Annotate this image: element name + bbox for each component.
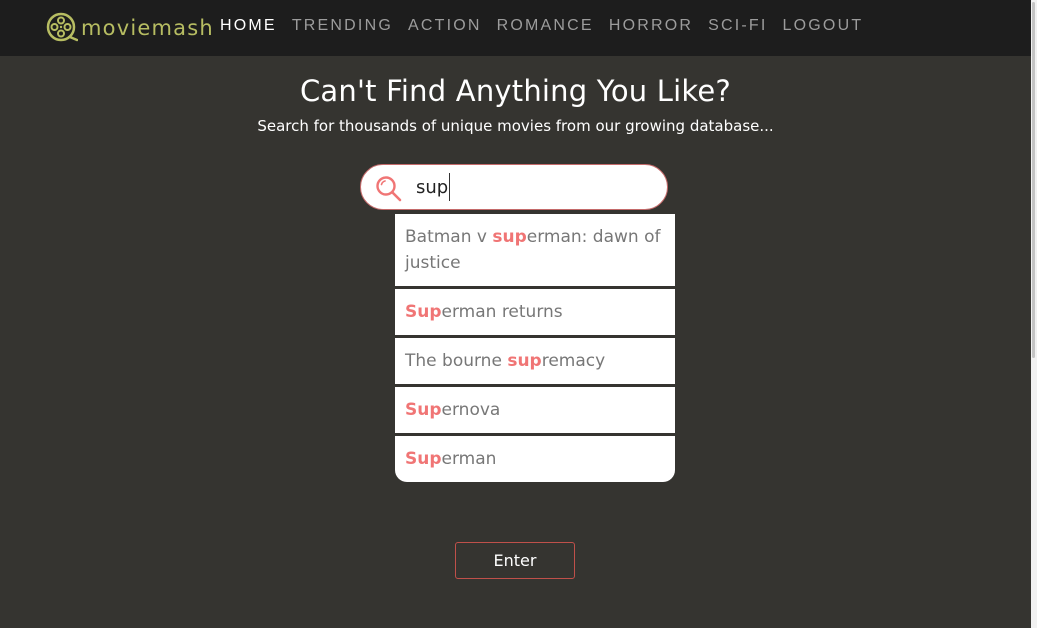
suggestion-suffix: remacy (541, 351, 606, 371)
suggestion-prefix: Batman v (405, 227, 493, 247)
suggestion-match: Sup (405, 302, 442, 322)
page-title: Can't Find Anything You Like? (299, 74, 731, 108)
suggestion-match: Sup (405, 449, 442, 469)
suggestion-item[interactable]: Supernova (395, 387, 675, 436)
nav-romance[interactable]: ROMANCE (497, 16, 594, 36)
film-reel-icon (46, 12, 78, 42)
suggestion-match: sup (507, 351, 542, 371)
nav-logout[interactable]: LOGOUT (783, 16, 864, 36)
suggestion-match: Sup (405, 400, 442, 420)
text-caret (449, 173, 450, 201)
enter-button[interactable]: Enter (455, 542, 575, 579)
scrollbar-thumb[interactable] (1032, 2, 1035, 358)
nav-horror[interactable]: HORROR (609, 16, 693, 36)
suggestion-suffix: erman returns (441, 302, 563, 322)
nav-sci-fi[interactable]: SCI-FI (708, 16, 767, 36)
suggestion-item[interactable]: Batman v superman: dawn of justice (395, 214, 675, 289)
suggestion-list: Batman v superman: dawn of justice Super… (395, 214, 675, 482)
suggestion-prefix: The bourne (405, 351, 508, 371)
search-icon[interactable] (375, 175, 403, 208)
search-bar[interactable] (360, 164, 668, 210)
nav-trending[interactable]: TRENDING (292, 16, 393, 36)
page-scrollbar[interactable] (1031, 0, 1037, 628)
suggestion-suffix: ernova (441, 400, 501, 420)
main-nav: HOME TRENDING ACTION ROMANCE HORROR SCI-… (220, 16, 878, 36)
nav-action[interactable]: ACTION (408, 16, 482, 36)
suggestion-item[interactable]: Superman returns (395, 289, 675, 338)
suggestion-match: sup (492, 227, 527, 247)
nav-home[interactable]: HOME (220, 16, 277, 36)
page-subtitle: Search for thousands of unique movies fr… (257, 117, 774, 135)
suggestion-item[interactable]: Superman (395, 436, 675, 482)
suggestion-suffix: erman (441, 449, 497, 469)
navbar: moviemash HOME TRENDING ACTION ROMANCE H… (0, 0, 1031, 56)
search-input[interactable] (416, 173, 646, 201)
brand-logo[interactable]: moviemash (46, 12, 214, 44)
brand-name: moviemash (81, 16, 214, 40)
suggestion-item[interactable]: The bourne supremacy (395, 338, 675, 387)
